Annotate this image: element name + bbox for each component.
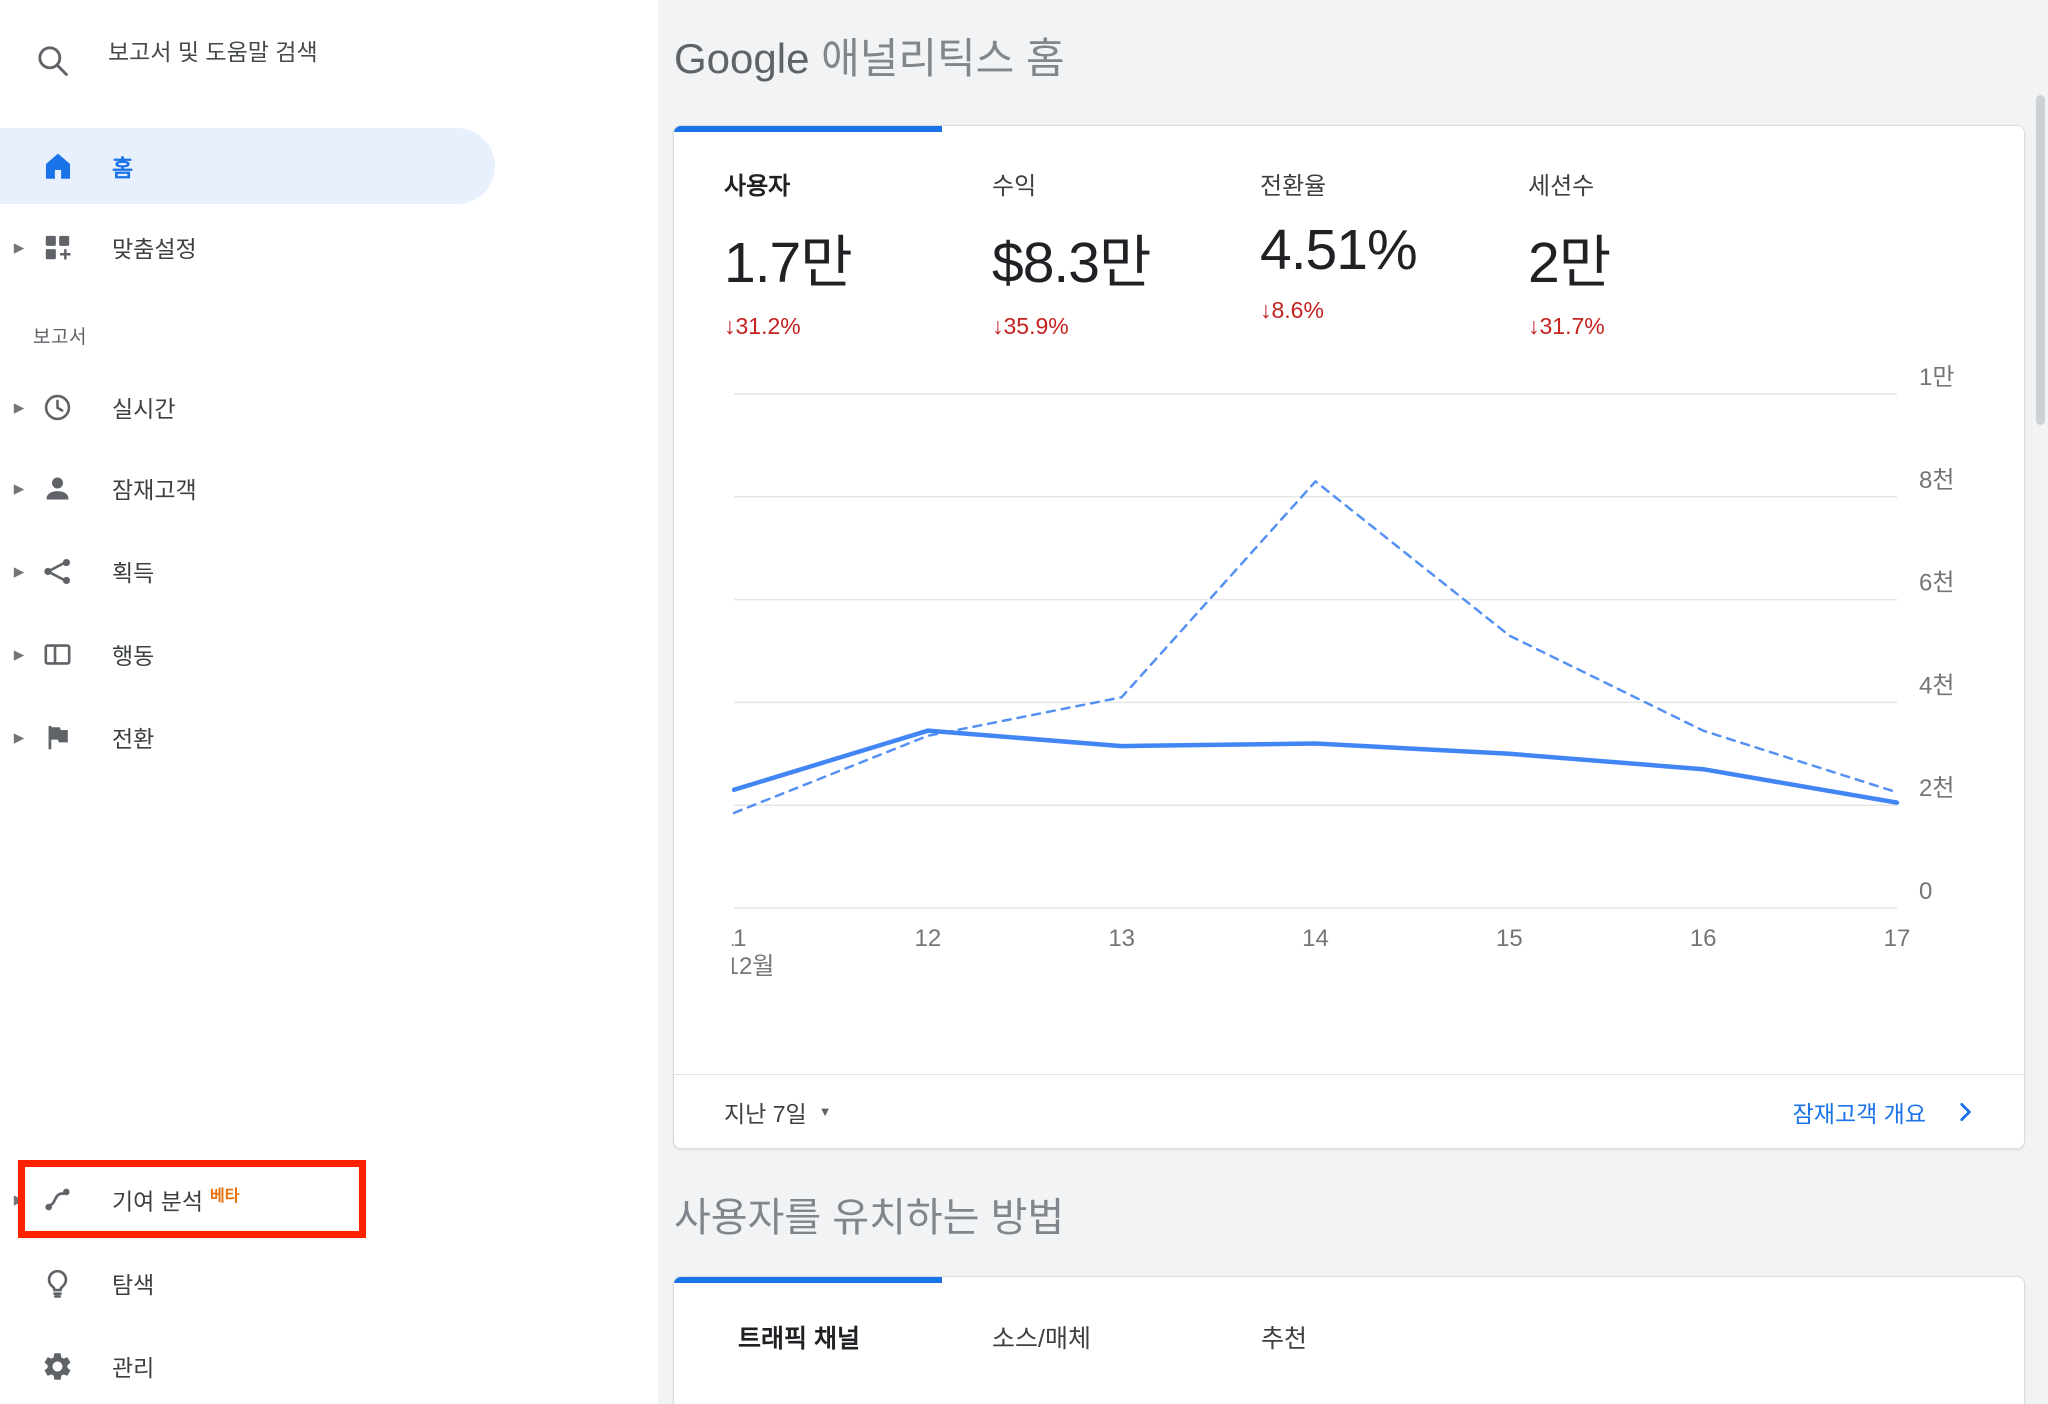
beta-badge: 베타 [210, 1188, 239, 1205]
svg-text:15: 15 [1496, 925, 1523, 952]
sidebar-item-customization[interactable]: ▸ 맞춤설정 [0, 206, 658, 288]
gear-icon [41, 1350, 74, 1383]
sidebar-item-conversions[interactable]: ▸ 전환 [0, 696, 658, 778]
behavior-icon [41, 638, 74, 671]
sidebar-item-label: 맞춤설정 [112, 230, 197, 264]
expand-arrow-icon[interactable]: ▸ [6, 559, 32, 584]
svg-text:14: 14 [1302, 925, 1329, 952]
metric-value: 1.7만 [724, 217, 992, 299]
sidebar-item-attribution[interactable]: ▸ 기여 분석베타 [0, 1158, 658, 1240]
tab-source-medium[interactable]: 소스/매체 [992, 1319, 1261, 1355]
overview-card: 사용자 1.7만 ↓31.2% 수익 $8.3만 ↓35.9% 전환율 4.51… [673, 125, 2025, 1149]
sidebar-item-discover[interactable]: 탐색 [0, 1242, 658, 1324]
metric-delta: ↓35.9% [992, 313, 1260, 340]
tab-traffic-channels[interactable]: 트래픽 채널 [738, 1319, 992, 1355]
sidebar-item-realtime[interactable]: ▸ 실시간 [0, 366, 658, 448]
date-range-dropdown[interactable]: 지난 7일 ▼ [724, 1095, 832, 1129]
sidebar-item-label: 탐색 [112, 1266, 154, 1300]
date-range-label: 지난 7일 [724, 1095, 807, 1129]
metric-value: $8.3만 [992, 217, 1260, 299]
sidebar-item-label: 행동 [112, 637, 154, 671]
metric-label: 사용자 [724, 166, 992, 201]
svg-text:6천: 6천 [1919, 570, 1954, 597]
acquisition-card: 트래픽 채널 소스/매체 추천 [673, 1276, 2025, 1404]
page-title: Google 애널리틱스 홈 [658, 0, 2048, 84]
metric-tab-conversion-rate[interactable]: 전환율 4.51% ↓8.6% [1260, 166, 1528, 320]
expand-arrow-icon[interactable]: ▸ [6, 235, 32, 260]
search-icon [34, 42, 72, 80]
sidebar-item-acquisition[interactable]: ▸ 획득 [0, 530, 658, 612]
metric-label: 수익 [992, 166, 1260, 201]
sidebar-item-label: 홈 [112, 149, 133, 183]
metric-value: 2만 [1528, 217, 1796, 299]
metric-label: 전환율 [1260, 166, 1528, 201]
sidebar-item-label: 기여 분석베타 [112, 1182, 239, 1217]
customization-icon [41, 231, 74, 264]
flag-icon [41, 721, 74, 754]
sidebar-item-label: 잠재고객 [112, 471, 197, 505]
reports-heading: 보고서 [33, 322, 87, 349]
sidebar: 홈 ▸ 맞춤설정 보고서 ▸ 실시간 ▸ 잠재고객 ▸ [0, 0, 658, 1404]
sidebar-item-admin[interactable]: 관리 [0, 1325, 658, 1404]
expand-arrow-icon[interactable]: ▸ [6, 395, 32, 420]
attribution-icon [41, 1183, 74, 1216]
sidebar-item-home[interactable]: 홈 [0, 128, 495, 204]
main-content: Google 애널리틱스 홈 사용자 1.7만 ↓31.2% 수익 $8.3만 … [658, 0, 2048, 1404]
audience-overview-link[interactable]: 잠재고객 개요 [1793, 1095, 1978, 1129]
expand-arrow-icon[interactable]: ▸ [6, 476, 32, 501]
svg-text:17: 17 [1884, 925, 1911, 952]
active-tab-indicator [674, 1277, 942, 1283]
svg-text:8천: 8천 [1919, 467, 1954, 494]
metric-label: 세션수 [1528, 166, 1796, 201]
overview-card-footer: 지난 7일 ▼ 잠재고객 개요 [674, 1074, 2024, 1148]
sidebar-item-label: 획득 [112, 554, 154, 588]
sidebar-item-label: 전환 [112, 720, 154, 754]
metric-delta: ↓31.2% [724, 313, 992, 340]
overview-line-chart: 0 2천 4천 6천 8천 1만 11 12 13 14 15 16 17 12월 [732, 334, 2022, 1034]
metric-delta: ↓8.6% [1260, 297, 1528, 324]
page-scrollbar[interactable] [2032, 0, 2048, 1404]
svg-text:11: 11 [732, 925, 746, 952]
expand-arrow-icon[interactable]: ▸ [6, 725, 32, 750]
metric-tab-revenue[interactable]: 수익 $8.3만 ↓35.9% [992, 166, 1260, 320]
sidebar-item-behavior[interactable]: ▸ 행동 [0, 613, 658, 695]
svg-text:4천: 4천 [1919, 672, 1954, 699]
ga-home-screen: 홈 ▸ 맞춤설정 보고서 ▸ 실시간 ▸ 잠재고객 ▸ [0, 0, 2048, 1404]
lightbulb-icon [41, 1267, 74, 1300]
search-input[interactable] [108, 30, 548, 74]
chevron-right-icon [1952, 1099, 1978, 1125]
svg-text:2천: 2천 [1919, 775, 1954, 802]
metric-tab-users[interactable]: 사용자 1.7만 ↓31.2% [724, 166, 992, 320]
metric-value: 4.51% [1260, 217, 1528, 283]
active-tab-indicator [674, 126, 942, 132]
acquisition-tabs: 트래픽 채널 소스/매체 추천 [674, 1277, 2024, 1355]
svg-text:12월: 12월 [732, 953, 774, 980]
search-bar[interactable] [0, 0, 658, 100]
tab-referrals[interactable]: 추천 [1261, 1319, 1307, 1355]
svg-text:16: 16 [1690, 925, 1717, 952]
scrollbar-thumb[interactable] [2036, 95, 2045, 425]
expand-arrow-icon[interactable]: ▸ [6, 1187, 32, 1212]
sidebar-item-label: 실시간 [112, 390, 175, 424]
svg-text:1만: 1만 [1919, 364, 1954, 391]
sidebar-item-label: 관리 [112, 1349, 154, 1383]
metric-delta: ↓31.7% [1528, 313, 1796, 340]
person-icon [41, 472, 74, 505]
svg-text:12: 12 [914, 925, 941, 952]
metric-tab-sessions[interactable]: 세션수 2만 ↓31.7% [1528, 166, 1796, 320]
metrics-row: 사용자 1.7만 ↓31.2% 수익 $8.3만 ↓35.9% 전환율 4.51… [674, 126, 2024, 320]
svg-text:0: 0 [1919, 878, 1932, 905]
audience-overview-link-label: 잠재고객 개요 [1793, 1095, 1926, 1129]
acquisition-section-title: 사용자를 유치하는 방법 [658, 1149, 2048, 1241]
sidebar-item-audience[interactable]: ▸ 잠재고객 [0, 447, 658, 529]
svg-text:13: 13 [1108, 925, 1135, 952]
dropdown-caret-icon: ▼ [819, 1104, 832, 1119]
clock-icon [41, 391, 74, 424]
acquisition-icon [41, 555, 74, 588]
expand-arrow-icon[interactable]: ▸ [6, 642, 32, 667]
home-icon [41, 149, 75, 183]
